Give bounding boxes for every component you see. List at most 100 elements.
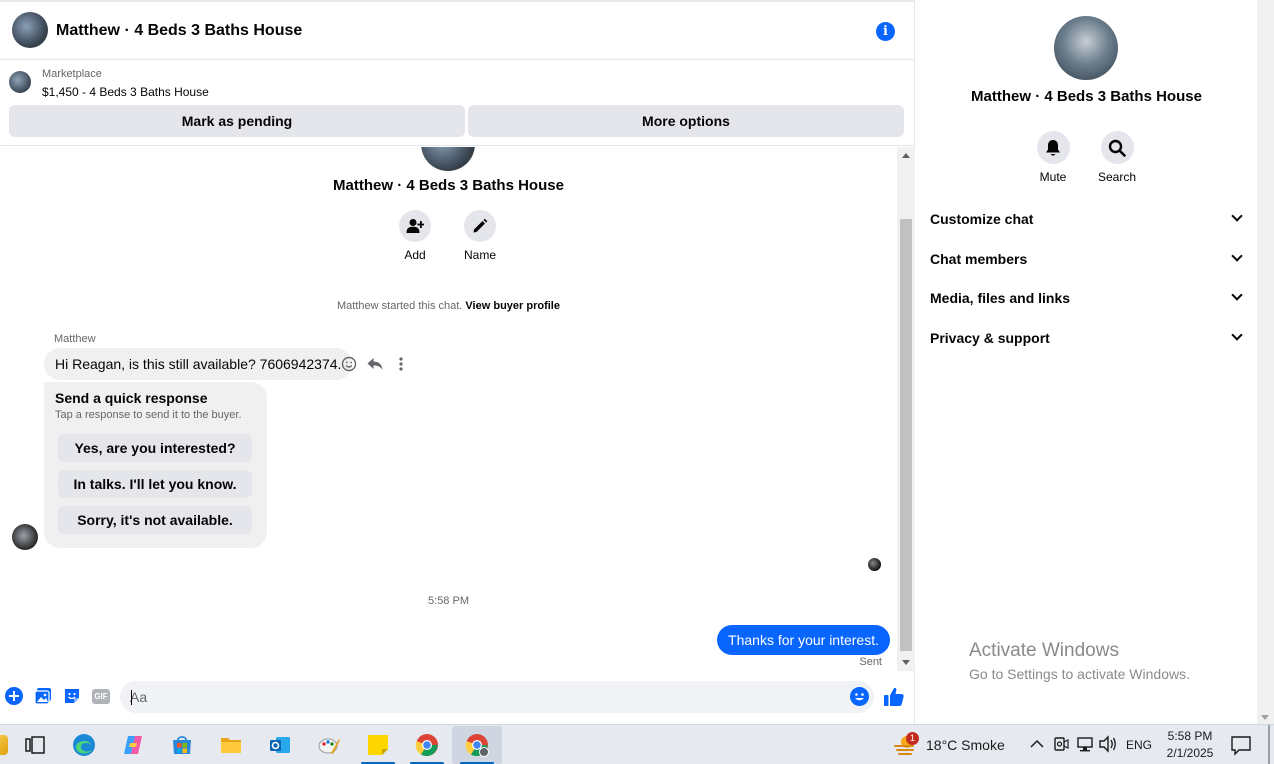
chat-info-sidebar: Matthew · 4 Beds 3 Baths House Mute Sear… xyxy=(916,0,1257,724)
sidebar-item-chat-members[interactable]: Chat members xyxy=(930,248,1243,270)
pencil-icon xyxy=(464,210,496,242)
info-icon[interactable]: i xyxy=(876,22,895,41)
chevron-down-icon xyxy=(1231,250,1243,262)
listing-price: $1,450 - 4 Beds 3 Baths House xyxy=(42,85,209,99)
file-explorer-icon[interactable] xyxy=(219,733,243,757)
copilot-icon[interactable] xyxy=(121,733,145,757)
weather-notification-badge: 1 xyxy=(906,732,919,745)
sender-name: Matthew xyxy=(54,333,96,345)
add-person-icon xyxy=(399,210,431,242)
network-icon[interactable] xyxy=(1075,734,1095,754)
marketplace-listing[interactable]: Marketplace $1,450 - 4 Beds 3 Baths Hous… xyxy=(0,61,915,105)
sidebar-avatar[interactable] xyxy=(1054,16,1118,80)
chevron-down-icon xyxy=(1231,329,1243,341)
more-vertical-icon[interactable] xyxy=(392,355,410,373)
watermark-title: Activate Windows xyxy=(969,640,1119,661)
sidebar-item-label: Customize chat xyxy=(930,211,1034,227)
message-input-container[interactable] xyxy=(120,681,874,713)
task-view-icon[interactable] xyxy=(23,733,47,757)
chrome-profile-icon[interactable] xyxy=(465,733,489,757)
incoming-message-bubble[interactable]: Hi Reagan, is this still available? 7606… xyxy=(44,348,353,380)
mute-button[interactable]: Mute xyxy=(1018,131,1088,184)
edge-icon[interactable] xyxy=(72,733,96,757)
clock-time: 5:58 PM xyxy=(1167,729,1213,743)
more-options-button[interactable]: More options xyxy=(468,105,904,137)
reply-icon[interactable] xyxy=(366,355,384,373)
page-scrollbar[interactable] xyxy=(1257,0,1274,724)
chevron-down-icon xyxy=(1231,289,1243,301)
sender-avatar[interactable] xyxy=(12,524,38,550)
sidebar-item-media-files-links[interactable]: Media, files and links xyxy=(930,287,1243,309)
quick-response-button[interactable]: Yes, are you interested? xyxy=(58,434,252,462)
thumbs-up-icon[interactable] xyxy=(884,686,904,706)
sidebar-item-label: Media, files and links xyxy=(930,290,1071,306)
volume-icon[interactable] xyxy=(1098,734,1118,754)
app-window: Matthew · 4 Beds 3 Baths House i Marketp… xyxy=(0,0,1274,764)
chat-title[interactable]: Matthew · 4 Beds 3 Baths House xyxy=(56,22,302,40)
message-composer: GIF xyxy=(0,674,915,724)
search-button[interactable]: Search xyxy=(1082,131,1152,184)
sidebar-item-customize-chat[interactable]: Customize chat xyxy=(930,208,1243,230)
sidebar-item-label: Privacy & support xyxy=(930,330,1050,346)
add-label: Add xyxy=(404,248,426,262)
listing-actions: Mark as pending More options xyxy=(0,105,915,146)
name-chat-button[interactable]: Name xyxy=(450,210,510,262)
paint-app-icon[interactable] xyxy=(317,733,341,757)
clock-date: 2/1/2025 xyxy=(1166,746,1214,760)
quick-response-subtitle: Tap a response to send it to the buyer. xyxy=(55,409,242,421)
started-text: Matthew started this chat. xyxy=(337,300,463,312)
message-timestamp: 5:58 PM xyxy=(428,595,469,607)
react-smile-icon[interactable] xyxy=(340,355,358,373)
plus-circle-icon[interactable] xyxy=(4,686,24,706)
meet-now-icon[interactable] xyxy=(1052,734,1070,754)
add-people-button[interactable]: Add xyxy=(385,210,445,262)
name-label: Name xyxy=(463,248,496,262)
quick-response-card: Send a quick response Tap a response to … xyxy=(44,382,267,548)
message-list: Matthew · 4 Beds 3 Baths House Add Name … xyxy=(0,147,897,671)
mark-pending-button[interactable]: Mark as pending xyxy=(9,105,465,137)
show-desktop-edge[interactable] xyxy=(1268,725,1270,764)
photo-icon[interactable] xyxy=(33,686,53,706)
microsoft-store-icon[interactable] xyxy=(170,733,194,757)
message-input[interactable] xyxy=(130,681,840,713)
emoji-icon[interactable] xyxy=(849,686,869,706)
intro-title: Matthew · 4 Beds 3 Baths House xyxy=(333,177,564,194)
quick-response-button[interactable]: In talks. I'll let you know. xyxy=(58,470,252,498)
listing-thumbnail xyxy=(9,71,31,93)
notification-center-icon[interactable] xyxy=(1230,734,1252,756)
text-caret xyxy=(131,690,132,705)
weather-text[interactable]: 18°C Smoke xyxy=(926,737,1005,753)
chat-avatar[interactable] xyxy=(12,12,48,48)
view-buyer-profile-link[interactable]: View buyer profile xyxy=(465,300,560,312)
input-language[interactable]: ENG xyxy=(1126,738,1152,752)
quick-response-button[interactable]: Sorry, it's not available. xyxy=(58,506,252,534)
scroll-up-arrow-icon[interactable] xyxy=(902,153,910,158)
sticky-notes-icon[interactable] xyxy=(366,733,390,757)
quick-response-title: Send a quick response xyxy=(55,390,208,406)
scrollbar-thumb[interactable] xyxy=(900,219,912,651)
chat-header: Matthew · 4 Beds 3 Baths House i xyxy=(0,2,915,60)
message-scrollbar[interactable] xyxy=(897,147,915,671)
listing-label: Marketplace xyxy=(42,68,102,80)
message-tools xyxy=(340,355,410,373)
sent-status: Sent xyxy=(859,656,882,668)
intro-avatar xyxy=(421,147,475,171)
scroll-down-arrow-icon[interactable] xyxy=(902,660,910,665)
sticker-icon[interactable] xyxy=(62,686,82,706)
sidebar-title: Matthew · 4 Beds 3 Baths House xyxy=(971,88,1202,105)
sidebar-item-privacy-support[interactable]: Privacy & support xyxy=(930,327,1243,349)
outgoing-message-bubble[interactable]: Thanks for your interest. xyxy=(717,625,890,655)
chevron-up-icon[interactable] xyxy=(1027,734,1047,754)
search-icon xyxy=(1100,131,1134,164)
gif-icon[interactable]: GIF xyxy=(92,689,110,704)
mute-label: Mute xyxy=(1039,170,1067,184)
chrome-icon[interactable] xyxy=(415,733,439,757)
system-clock[interactable]: 5:58 PM 2/1/2025 xyxy=(1162,728,1218,762)
seen-avatar-indicator xyxy=(868,558,881,571)
watermark-subtitle: Go to Settings to activate Windows. xyxy=(969,666,1190,682)
outlook-icon[interactable] xyxy=(268,733,292,757)
chevron-down-icon xyxy=(1231,210,1243,222)
page-scroll-down-icon[interactable] xyxy=(1261,715,1269,720)
search-label: Search xyxy=(1097,170,1137,184)
widgets-icon[interactable] xyxy=(0,735,8,755)
